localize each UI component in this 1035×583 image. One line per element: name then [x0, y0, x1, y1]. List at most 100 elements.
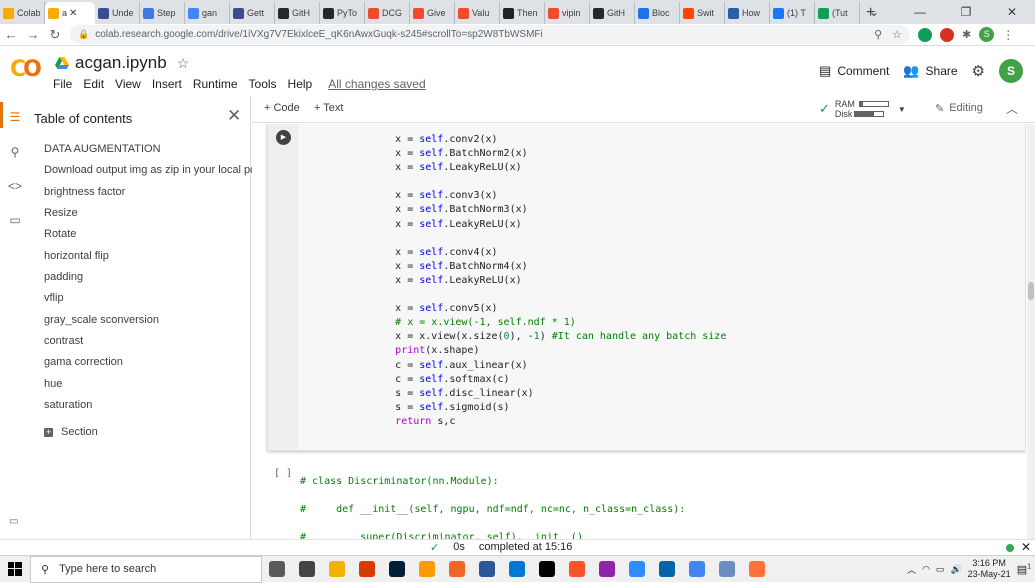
windows-start-icon[interactable] [0, 562, 30, 576]
volume-icon[interactable]: 🔊 [950, 564, 961, 575]
menu-tools[interactable]: Tools [249, 77, 277, 91]
toc-item[interactable]: brightness factor [44, 186, 125, 198]
browser-tab[interactable]: Swit [680, 2, 725, 24]
colab-logo[interactable]: CO [10, 57, 42, 82]
lock-icon[interactable]: 🔒 [78, 29, 89, 40]
toc-item[interactable]: gray_scale sconversion [44, 314, 159, 326]
browser-tab[interactable]: a ✕ [45, 2, 95, 24]
toc-item[interactable]: horizontal flip [44, 250, 109, 262]
browser-tab[interactable]: GitH [275, 2, 320, 24]
scrollbar-thumb[interactable] [1028, 282, 1034, 300]
code-cell[interactable]: ▶ x = self.conv2(x) x = self.BatchNorm2(… [267, 124, 1026, 451]
browser-tab[interactable]: Colab [0, 2, 45, 24]
close-icon[interactable]: ✕ [227, 106, 241, 126]
taskbar-app-icon[interactable] [292, 556, 322, 583]
close-icon[interactable]: ✕ [1021, 540, 1031, 554]
taskbar-app-icon[interactable] [592, 556, 622, 583]
share-button[interactable]: 👥 Share [903, 63, 957, 79]
taskbar-app-icon[interactable] [742, 556, 772, 583]
tray-chevron-icon[interactable]: ︿ [907, 563, 916, 576]
forward-icon[interactable]: → [22, 27, 44, 42]
browser-tab[interactable]: (1) T [770, 2, 815, 24]
browser-tab[interactable]: Bloc [635, 2, 680, 24]
back-icon[interactable]: ← [0, 27, 22, 42]
menu-insert[interactable]: Insert [152, 77, 182, 91]
browser-tab[interactable]: Gett [230, 2, 275, 24]
taskbar-app-icon[interactable] [652, 556, 682, 583]
close-tab-icon[interactable]: ✕ [69, 8, 77, 19]
table-of-contents-icon[interactable]: ☰ [8, 110, 22, 124]
toc-item[interactable]: contrast [44, 335, 83, 347]
network-icon[interactable]: ◠ [922, 564, 930, 575]
menu-edit[interactable]: Edit [83, 77, 104, 91]
browser-tab[interactable]: Then [500, 2, 545, 24]
taskbar-app-icon[interactable] [262, 556, 292, 583]
extension-icon[interactable] [940, 27, 954, 42]
browser-tab[interactable]: vipin [545, 2, 590, 24]
battery-icon[interactable]: ▭ [936, 564, 945, 575]
code-editor[interactable]: x = self.conv2(x) x = self.BatchNorm2(x)… [347, 133, 726, 429]
clock[interactable]: 3:16 PM 23-May-21 [968, 558, 1011, 580]
run-cell-icon[interactable]: ▶ [276, 130, 291, 145]
menu-runtime[interactable]: Runtime [193, 77, 238, 91]
taskbar-app-icon[interactable] [712, 556, 742, 583]
profile-menu-icon[interactable]: ⌄ [851, 5, 897, 19]
menu-view[interactable]: View [115, 77, 141, 91]
toc-item[interactable]: padding [44, 271, 83, 283]
cell-run-indicator[interactable]: [ ] [274, 468, 292, 479]
browser-tab[interactable]: Unde [95, 2, 140, 24]
restore-icon[interactable]: ❐ [943, 5, 989, 19]
browser-tab[interactable]: Give [410, 2, 455, 24]
url-bar[interactable]: 🔒 colab.research.google.com/drive/1iVXg7… [70, 25, 910, 44]
menu-help[interactable]: Help [288, 77, 313, 91]
user-avatar[interactable]: S [999, 59, 1023, 83]
resource-monitor[interactable]: ✓ RAM Disk ▼ [819, 99, 906, 119]
menu-file[interactable]: File [53, 77, 72, 91]
toc-item[interactable]: saturation [44, 399, 92, 411]
reload-icon[interactable]: ↻ [44, 27, 66, 43]
taskbar-app-icon[interactable] [532, 556, 562, 583]
runtime-dropdown-icon[interactable]: ▼ [898, 105, 906, 114]
toc-item[interactable]: Rotate [44, 228, 76, 240]
browser-tab[interactable]: How [725, 2, 770, 24]
taskbar-app-icon[interactable] [472, 556, 502, 583]
notebook-title[interactable]: acgan.ipynb [75, 53, 167, 73]
add-section-button[interactable]: + Section [44, 426, 98, 438]
taskbar-app-icon[interactable] [622, 556, 652, 583]
browser-tab[interactable]: GitH [590, 2, 635, 24]
toc-item[interactable]: vflip [44, 292, 64, 304]
search-icon[interactable]: ⚲ [8, 145, 22, 159]
settings-gear-icon[interactable]: ⚙ [972, 62, 985, 80]
browser-menu-icon[interactable]: ⋮ [1002, 28, 1014, 42]
collapse-chevron-icon[interactable]: ︿ [1006, 100, 1018, 117]
toc-item[interactable]: Download output img as zip in your local… [44, 164, 256, 176]
comment-button[interactable]: ▤ Comment [819, 63, 889, 79]
taskbar-app-icon[interactable] [682, 556, 712, 583]
browser-tab[interactable]: DCG [365, 2, 410, 24]
taskbar-app-icon[interactable] [322, 556, 352, 583]
add-code-button[interactable]: + Code [264, 102, 300, 114]
zoom-icon[interactable]: ⚲ [874, 28, 882, 41]
star-icon[interactable]: ☆ [177, 55, 190, 72]
saved-status[interactable]: All changes saved [328, 77, 425, 91]
extension-icon[interactable] [918, 27, 932, 42]
browser-tab[interactable]: PyTo [320, 2, 365, 24]
execution-status[interactable]: ✓ 0s completed at 15:16 [430, 541, 572, 554]
taskbar-app-icon[interactable] [352, 556, 382, 583]
files-folder-icon[interactable]: ▭ [8, 213, 22, 227]
toc-item[interactable]: DATA AUGMENTATION [44, 143, 161, 155]
taskbar-app-icon[interactable] [502, 556, 532, 583]
code-editor[interactable]: # class Discriminator(nn.Module): # def … [300, 468, 685, 539]
code-snippets-icon[interactable]: <> [8, 179, 22, 193]
browser-profile-avatar[interactable]: S [979, 27, 995, 42]
browser-tab[interactable]: Step [140, 2, 185, 24]
terminal-icon[interactable]: ▭ [9, 516, 18, 527]
browser-tab[interactable]: Valu [455, 2, 500, 24]
close-window-icon[interactable]: ✕ [989, 5, 1035, 19]
add-text-button[interactable]: + Text [314, 102, 343, 114]
minimize-icon[interactable]: — [897, 5, 943, 19]
toc-item[interactable]: Resize [44, 207, 78, 219]
toc-item[interactable]: gama correction [44, 356, 123, 368]
taskbar-app-icon[interactable] [412, 556, 442, 583]
editing-mode-button[interactable]: ✎ Editing [935, 102, 983, 115]
